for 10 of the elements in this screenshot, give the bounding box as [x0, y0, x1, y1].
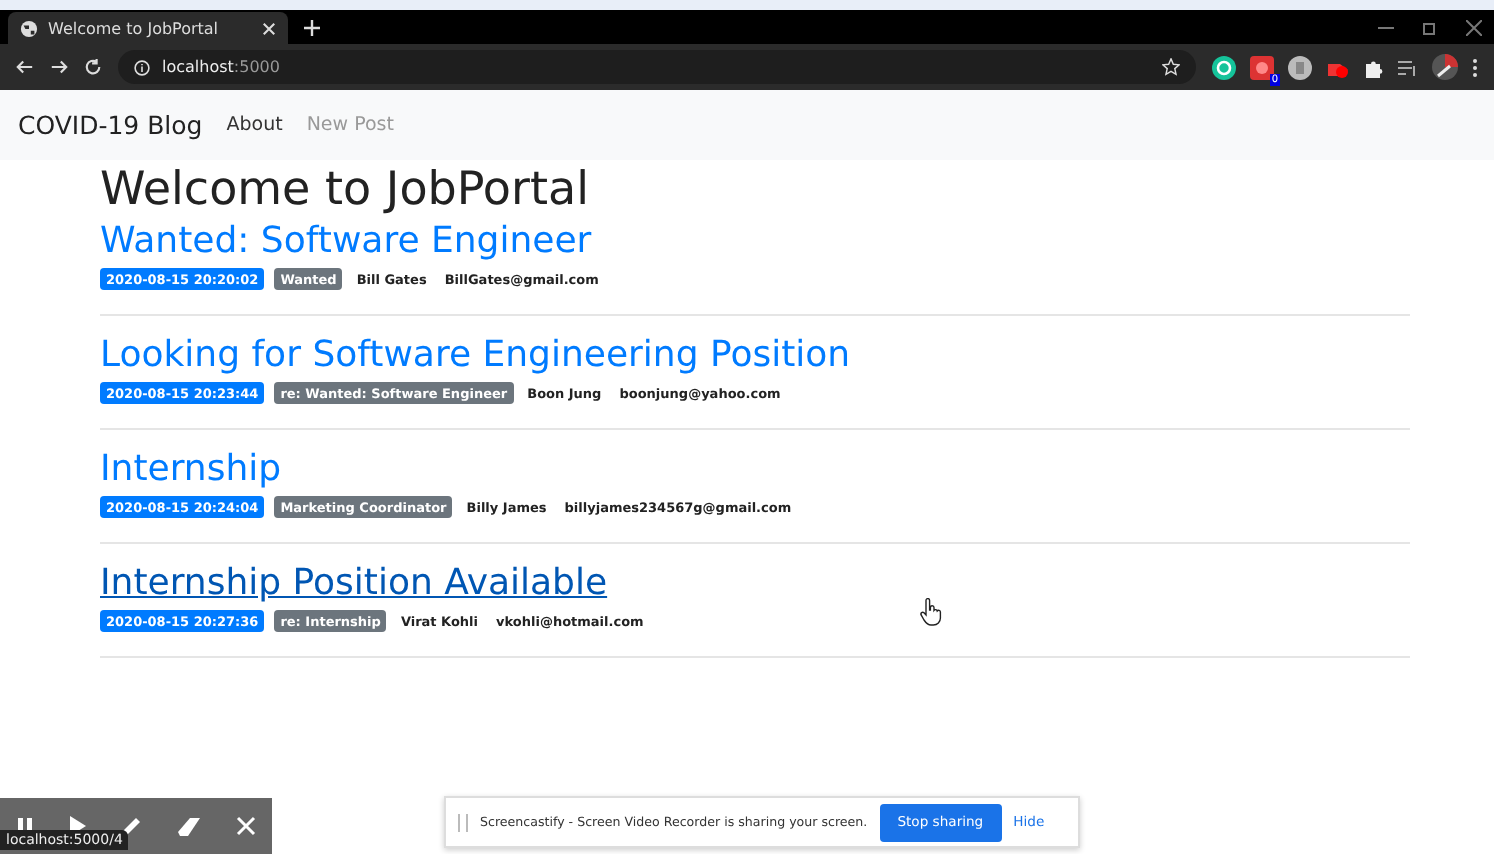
- browser-tab[interactable]: Welcome to JobPortal: [8, 12, 288, 44]
- post-title-link[interactable]: Wanted: Software Engineer: [100, 220, 592, 262]
- brand-link[interactable]: COVID-19 Blog: [18, 110, 203, 140]
- post-title-link[interactable]: Looking for Software Engineering Position: [100, 334, 851, 376]
- url-text: localhost:5000: [162, 58, 282, 76]
- page-heading: Welcome to JobPortal: [100, 164, 591, 216]
- post-title-link[interactable]: Internship: [100, 448, 282, 490]
- post-title-link[interactable]: Internship Position Available: [100, 562, 608, 604]
- address-bar[interactable]: localhost:5000: [118, 50, 1196, 84]
- nav-link[interactable]: About: [226, 114, 283, 136]
